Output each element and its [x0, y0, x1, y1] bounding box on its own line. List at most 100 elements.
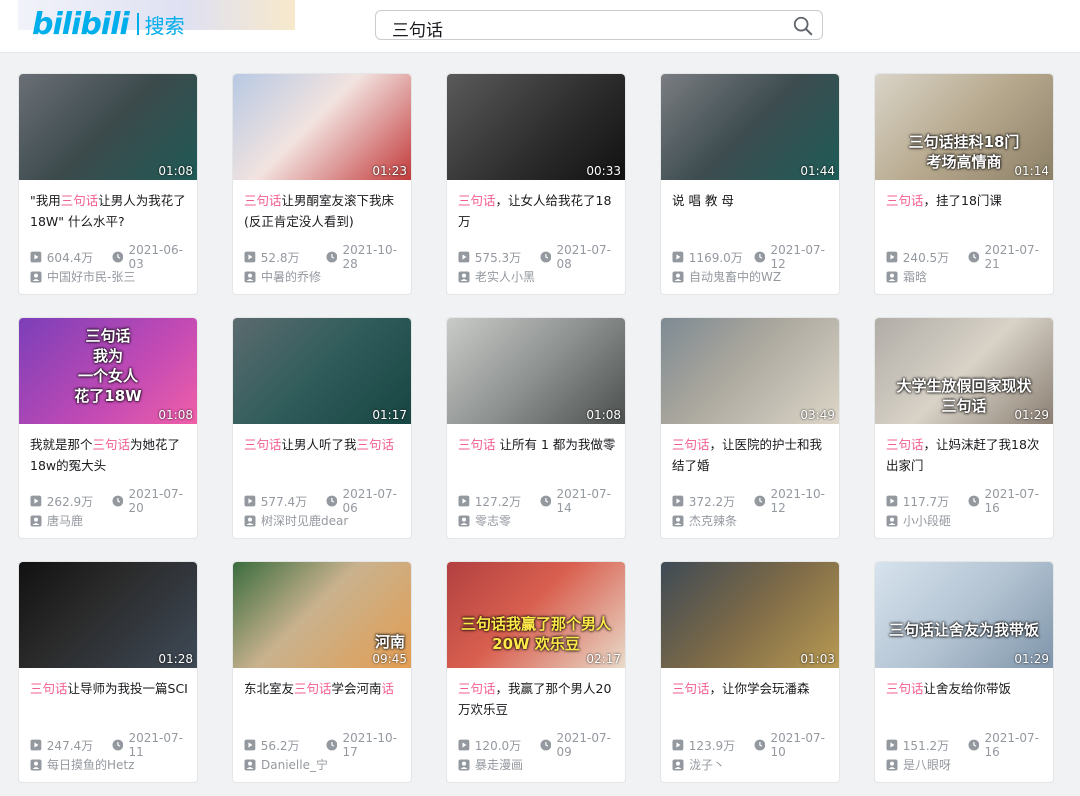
uploader-name[interactable]: 暴走漫画 — [475, 756, 523, 773]
video-meta: 127.2万 2021-07-14 — [458, 487, 625, 515]
video-thumbnail[interactable]: 01:08 — [19, 74, 197, 180]
uploader-name[interactable]: 小小段砸 — [903, 512, 951, 529]
video-author[interactable]: 树深时见鹿dear — [244, 512, 348, 529]
video-card[interactable]: 大学生放假回家现状 三句话 01:29 三句话，让妈沫赶了我18次出家门 117.7万 2… — [874, 317, 1054, 539]
uploader-name[interactable]: 树深时见鹿dear — [261, 512, 348, 529]
video-card[interactable]: 三句话 我为 一个女人 花了18W 01:08 我就是那个三句话为她花了18w的冤大头 26… — [18, 317, 198, 539]
video-card[interactable]: 01:03 三句话，让你学会玩潘森 123.9万 2021-07-10 泷子丶 — [660, 561, 840, 783]
video-thumbnail[interactable]: 三句话我赢了那个男人 20W 欢乐豆 02:17 — [447, 562, 625, 668]
video-author[interactable]: 泷子丶 — [672, 756, 725, 773]
video-thumbnail[interactable]: 01:23 — [233, 74, 411, 180]
uploader-name[interactable]: Danielle_宁 — [261, 756, 328, 773]
upload-date: 2021-07-16 — [984, 731, 1039, 759]
video-author[interactable]: 杰克辣条 — [672, 512, 737, 529]
video-thumbnail[interactable]: 00:33 — [447, 74, 625, 180]
video-card[interactable]: 河南 09:45 东北室友三句话学会河南话 56.2万 2021-10-17 Daniel… — [232, 561, 412, 783]
video-title[interactable]: 我就是那个三句话为她花了18w的冤大头 — [30, 434, 190, 476]
play-count: 247.4万 — [46, 738, 94, 753]
video-meta: 372.2万 2021-10-12 — [672, 487, 839, 515]
video-title[interactable]: 三句话，挂了18门课 — [886, 190, 1046, 211]
video-author[interactable]: 小小段砸 — [886, 512, 951, 529]
video-thumbnail[interactable]: 01:03 — [661, 562, 839, 668]
video-thumbnail[interactable]: 01:08 — [447, 318, 625, 424]
video-card[interactable]: 三句话挂科18门 考场高情商 01:14 三句话，挂了18门课 240.5万 2021-0… — [874, 73, 1054, 295]
uploader-name[interactable]: 是八眼呀 — [903, 756, 951, 773]
video-card[interactable]: 01:44 说 唱 教 母 1169.0万 2021-07-12 自动鬼畜中的WZ — [660, 73, 840, 295]
clock-icon — [112, 251, 123, 263]
video-title[interactable]: "我用三句话让男人为我花了18W" 什么水平? — [30, 190, 190, 232]
uploader-name[interactable]: 老实人小黑 — [475, 268, 535, 285]
uploader-name[interactable]: 自动鬼畜中的WZ — [689, 268, 781, 285]
video-meta: 151.2万 2021-07-16 — [886, 731, 1053, 759]
thumbnail-caption: 河南 — [374, 633, 405, 651]
play-count-icon — [30, 739, 42, 751]
video-card[interactable]: 01:17 三句话让男人听了我三句话 577.4万 2021-07-06 树深时见鹿de… — [232, 317, 412, 539]
video-title[interactable]: 三句话，让女人给我花了18万 — [458, 190, 618, 232]
video-card[interactable]: 01:28 三句话让导师为我投一篇SCI 247.4万 2021-07-11 每日摸鱼的… — [18, 561, 198, 783]
video-author[interactable]: 中暑的乔修 — [244, 268, 321, 285]
video-thumbnail[interactable]: 河南 09:45 — [233, 562, 411, 668]
video-title[interactable]: 三句话让男人听了我三句话 — [244, 434, 404, 455]
upload-date: 2021-06-03 — [128, 243, 183, 271]
uploader-name[interactable]: 中暑的乔修 — [261, 268, 321, 285]
video-card[interactable]: 三句话我赢了那个男人 20W 欢乐豆 02:17 三句话，我赢了那个男人20万欢乐豆 1… — [446, 561, 626, 783]
play-count-icon — [458, 739, 470, 751]
video-title[interactable]: 三句话，让你学会玩潘森 — [672, 678, 832, 699]
uploader-name[interactable]: 泷子丶 — [689, 756, 725, 773]
video-thumbnail[interactable]: 三句话让舍友为我带饭 01:29 — [875, 562, 1053, 668]
play-count-icon — [672, 251, 684, 263]
video-thumbnail[interactable]: 01:44 — [661, 74, 839, 180]
uploader-name[interactable]: 杰克辣条 — [689, 512, 737, 529]
video-card[interactable]: 三句话让舍友为我带饭 01:29 三句话让舍友给你带饭 151.2万 2021-07-1… — [874, 561, 1054, 783]
upload-date: 2021-10-28 — [342, 243, 397, 271]
search-input[interactable]: 三句话 — [392, 16, 443, 41]
video-title[interactable]: 三句话，让医院的护士和我结了婚 — [672, 434, 832, 476]
bilibili-logo[interactable]: bilibili 搜索 — [32, 6, 185, 42]
video-author[interactable]: 暴走漫画 — [458, 756, 523, 773]
video-title[interactable]: 三句话，让妈沫赶了我18次出家门 — [886, 434, 1046, 476]
uploader-name[interactable]: 霜晗 — [903, 268, 927, 285]
video-thumbnail[interactable]: 三句话 我为 一个女人 花了18W 01:08 — [19, 318, 197, 424]
video-thumbnail[interactable]: 03:49 — [661, 318, 839, 424]
uploader-name[interactable]: 唐马鹿 — [47, 512, 83, 529]
video-title[interactable]: 三句话，我赢了那个男人20万欢乐豆 — [458, 678, 618, 720]
video-duration: 01:29 — [1014, 408, 1049, 422]
search-icon[interactable] — [792, 15, 814, 37]
video-author[interactable]: 唐马鹿 — [30, 512, 83, 529]
video-author[interactable]: 中国好市民-张三 — [30, 268, 135, 285]
video-thumbnail[interactable]: 01:17 — [233, 318, 411, 424]
video-thumbnail[interactable]: 大学生放假回家现状 三句话 01:29 — [875, 318, 1053, 424]
video-title[interactable]: 三句话 让所有 1 都为我做零 — [458, 434, 618, 455]
video-card[interactable]: 01:23 三句话让男酮室友滚下我床(反正肯定没人看到) 52.8万 2021-10-… — [232, 73, 412, 295]
video-author[interactable]: 零志零 — [458, 512, 511, 529]
video-thumbnail[interactable]: 三句话挂科18门 考场高情商 01:14 — [875, 74, 1053, 180]
upload-date: 2021-07-11 — [128, 731, 183, 759]
video-meta: 240.5万 2021-07-21 — [886, 243, 1053, 271]
video-grid: 01:08 "我用三句话让男人为我花了18W" 什么水平? 604.4万 2021-0… — [18, 73, 1058, 783]
video-card[interactable]: 01:08 三句话 让所有 1 都为我做零 127.2万 2021-07-14 零志零 — [446, 317, 626, 539]
uploader-icon — [458, 271, 470, 282]
uploader-icon — [672, 271, 684, 282]
video-author[interactable]: 每日摸鱼的Hetz — [30, 756, 134, 773]
video-title[interactable]: 三句话让导师为我投一篇SCI — [30, 678, 190, 699]
video-author[interactable]: Danielle_宁 — [244, 756, 328, 773]
uploader-icon — [886, 515, 898, 526]
video-author[interactable]: 自动鬼畜中的WZ — [672, 268, 781, 285]
video-title[interactable]: 东北室友三句话学会河南话 — [244, 678, 404, 699]
search-box[interactable]: 三句话 — [375, 10, 823, 41]
video-author[interactable]: 是八眼呀 — [886, 756, 951, 773]
video-title[interactable]: 三句话让男酮室友滚下我床(反正肯定没人看到) — [244, 190, 404, 232]
video-card[interactable]: 01:08 "我用三句话让男人为我花了18W" 什么水平? 604.4万 2021-0… — [18, 73, 198, 295]
video-card[interactable]: 00:33 三句话，让女人给我花了18万 575.3万 2021-07-08 老实人小黑 — [446, 73, 626, 295]
video-title[interactable]: 说 唱 教 母 — [672, 190, 832, 211]
uploader-name[interactable]: 每日摸鱼的Hetz — [47, 756, 134, 773]
uploader-name[interactable]: 中国好市民-张三 — [47, 268, 135, 285]
video-author[interactable]: 霜晗 — [886, 268, 927, 285]
uploader-name[interactable]: 零志零 — [475, 512, 511, 529]
video-title[interactable]: 三句话让舍友给你带饭 — [886, 678, 1046, 699]
video-thumbnail[interactable]: 01:28 — [19, 562, 197, 668]
video-card[interactable]: 03:49 三句话，让医院的护士和我结了婚 372.2万 2021-10-12 杰克辣条 — [660, 317, 840, 539]
video-author[interactable]: 老实人小黑 — [458, 268, 535, 285]
video-duration: 01:29 — [1014, 652, 1049, 666]
logo-divider — [136, 13, 139, 35]
